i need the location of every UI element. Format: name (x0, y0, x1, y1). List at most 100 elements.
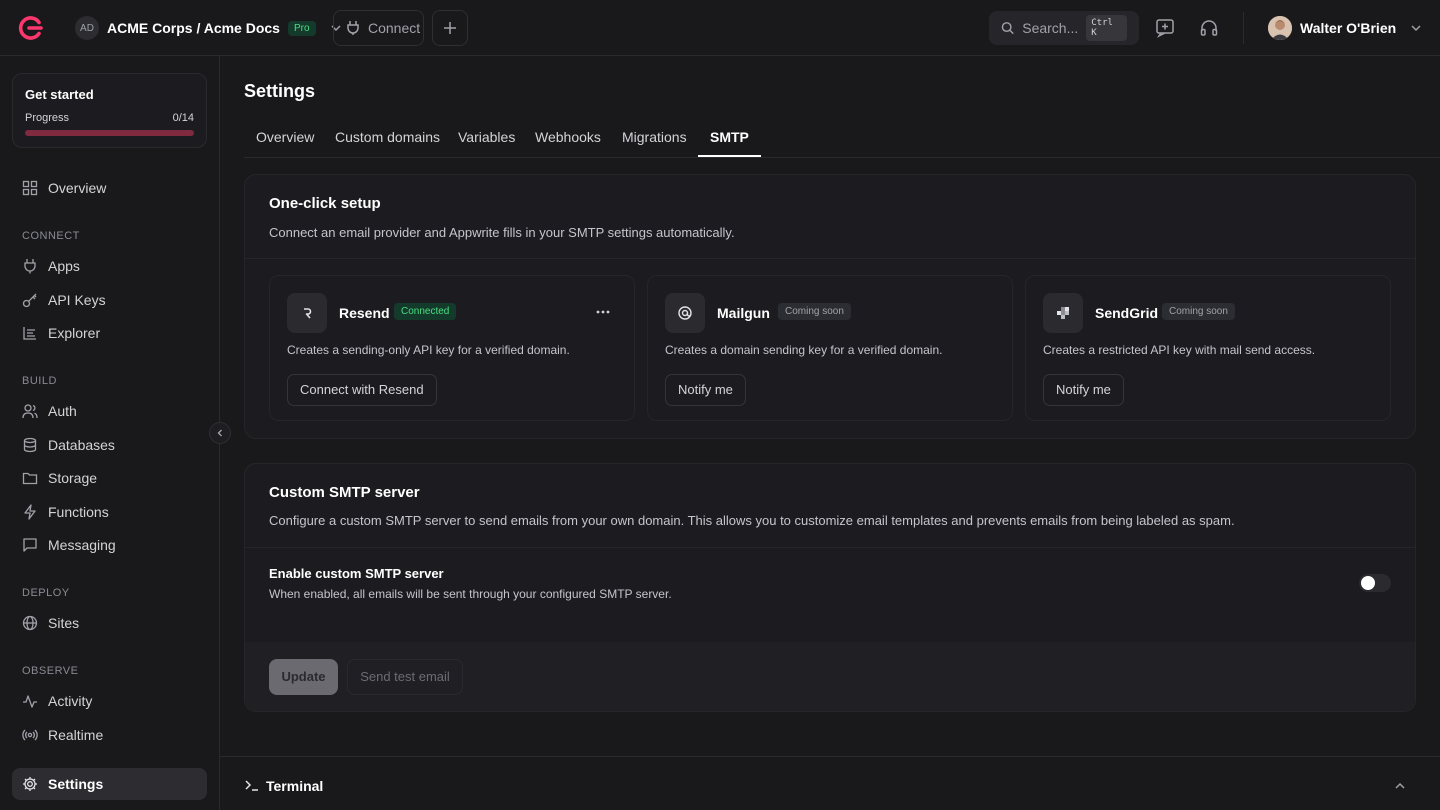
enable-smtp-toggle[interactable] (1359, 574, 1391, 592)
headphones-icon[interactable] (1199, 18, 1219, 38)
get-started-card[interactable]: Get started Progress 0/14 (12, 73, 207, 148)
get-started-title: Get started (25, 87, 94, 102)
one-click-setup-card: One-click setup Connect an email provide… (244, 174, 1416, 439)
sidebar-item-label: Realtime (48, 727, 104, 743)
sidebar-item-label: Apps (48, 258, 80, 274)
sidebar-item-label: Functions (48, 504, 109, 520)
terminal-bar[interactable]: Terminal (220, 756, 1440, 810)
sidebar-item-label: Settings (48, 776, 104, 792)
status-badge: Coming soon (778, 303, 851, 320)
page-title: Settings (244, 81, 316, 101)
sidebar-item-messaging[interactable]: Messaging (12, 529, 207, 561)
section-build: BUILD (22, 375, 57, 387)
sidebar-item-apps[interactable]: Apps (12, 250, 207, 282)
sidebar-item-label: Storage (48, 470, 98, 486)
provider-name: Resend (339, 305, 390, 321)
plus-icon (444, 22, 456, 34)
more-options-icon[interactable] (596, 310, 610, 314)
one-click-description: Connect an email provider and Appwrite f… (269, 225, 735, 240)
provider-card-sendgrid: SendGrid Coming soon Creates a restricte… (1025, 275, 1391, 421)
update-button[interactable]: Update (269, 659, 338, 695)
folder-icon (22, 472, 38, 485)
sidebar-item-sites[interactable]: Sites (12, 607, 207, 639)
sidebar: Get started Progress 0/14 Overview CONNE… (0, 56, 220, 810)
section-observe: OBSERVE (22, 665, 79, 677)
tab-overview[interactable]: Overview (244, 120, 326, 157)
provider-name: Mailgun (717, 305, 770, 321)
user-name: Walter O'Brien (1300, 20, 1397, 36)
sidebar-item-label: Messaging (48, 537, 116, 553)
connect-label: Connect (368, 20, 421, 36)
sidebar-item-label: API Keys (48, 292, 106, 308)
progress-bar (25, 130, 194, 136)
chevron-up-icon[interactable] (1394, 780, 1406, 792)
appwrite-logo-icon[interactable] (17, 15, 43, 41)
sidebar-item-api-keys[interactable]: API Keys (12, 284, 207, 316)
connect-button[interactable]: Connect (333, 10, 424, 46)
search-button[interactable]: Search... Ctrl K (989, 11, 1139, 45)
plug-icon (347, 21, 359, 35)
resend-icon (287, 293, 327, 333)
user-menu[interactable]: Walter O'Brien (1268, 16, 1422, 40)
provider-description: Creates a domain sending key for a verif… (665, 343, 943, 357)
database-icon (23, 437, 37, 453)
tab-variables[interactable]: Variables (446, 120, 527, 157)
avatar (1268, 16, 1292, 40)
terminal-label: Terminal (266, 778, 324, 794)
activity-icon (23, 695, 37, 708)
provider-card-mailgun: Mailgun Coming soon Creates a domain sen… (647, 275, 1013, 421)
status-badge: Coming soon (1162, 303, 1235, 320)
tab-migrations[interactable]: Migrations (610, 120, 699, 157)
org-name: ACME Corps / Acme Docs (107, 20, 280, 36)
sidebar-item-explorer[interactable]: Explorer (12, 317, 207, 349)
progress-count: 0/14 (172, 112, 194, 124)
provider-name: SendGrid (1095, 305, 1159, 321)
sidebar-item-label: Activity (48, 693, 93, 709)
tab-smtp[interactable]: SMTP (698, 120, 761, 157)
toggle-knob (1361, 576, 1375, 590)
top-bar: AD ACME Corps / Acme Docs Pro Connect Se… (0, 0, 1440, 56)
sidebar-item-activity[interactable]: Activity (12, 685, 207, 717)
gear-icon (23, 777, 37, 791)
users-icon (22, 404, 38, 419)
sendgrid-icon (1043, 293, 1083, 333)
provider-card-resend: Resend Connected Creates a sending-only … (269, 275, 635, 421)
section-deploy: DEPLOY (22, 587, 70, 599)
sidebar-item-realtime[interactable]: Realtime (12, 719, 207, 751)
org-avatar: AD (75, 16, 99, 40)
custom-smtp-title: Custom SMTP server (269, 484, 420, 501)
connect-with-resend-button[interactable]: Connect with Resend (287, 374, 437, 406)
feedback-icon[interactable] (1155, 18, 1175, 38)
sidebar-item-label: Sites (48, 615, 80, 631)
sidebar-item-label: Explorer (48, 325, 101, 341)
org-switcher[interactable]: AD ACME Corps / Acme Docs Pro (75, 14, 342, 42)
add-button[interactable] (432, 10, 468, 46)
enable-smtp-help: When enabled, all emails will be sent th… (269, 587, 672, 601)
chevron-down-icon (1411, 25, 1421, 32)
search-shortcut: Ctrl K (1086, 15, 1127, 41)
section-connect: CONNECT (22, 230, 80, 242)
grid-icon (22, 180, 38, 196)
notify-me-button[interactable]: Notify me (1043, 374, 1124, 406)
sidebar-item-overview[interactable]: Overview (12, 172, 207, 204)
send-test-email-button[interactable]: Send test email (347, 659, 463, 695)
sidebar-item-databases[interactable]: Databases (12, 429, 207, 461)
lightning-icon (24, 504, 36, 520)
sidebar-item-label: Overview (48, 180, 107, 196)
plug-icon (24, 259, 36, 274)
sidebar-item-auth[interactable]: Auth (12, 395, 207, 427)
custom-smtp-description: Configure a custom SMTP server to send e… (269, 513, 1235, 528)
card-divider (245, 258, 1415, 259)
collapse-sidebar-button[interactable] (209, 422, 231, 444)
search-icon (1001, 22, 1014, 35)
sidebar-item-functions[interactable]: Functions (12, 496, 207, 528)
notify-me-button[interactable]: Notify me (665, 374, 746, 406)
globe-icon (22, 615, 38, 631)
sidebar-item-settings[interactable]: Settings (12, 768, 207, 800)
sidebar-item-storage[interactable]: Storage (12, 462, 207, 494)
card-divider (245, 547, 1415, 548)
status-badge: Connected (394, 303, 457, 320)
tab-webhooks[interactable]: Webhooks (523, 120, 613, 157)
message-icon (23, 538, 37, 552)
tab-custom-domains[interactable]: Custom domains (323, 120, 452, 157)
